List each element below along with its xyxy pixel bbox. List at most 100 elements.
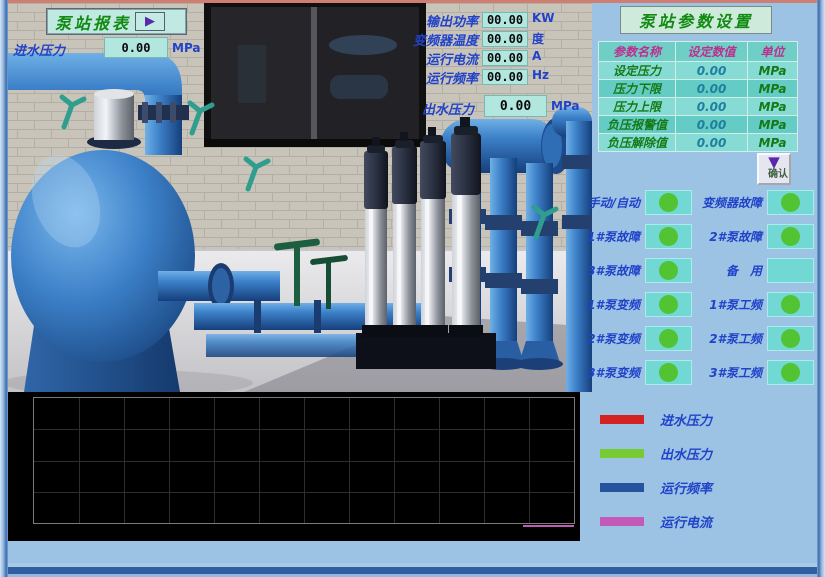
lamp-dot-icon (659, 193, 678, 212)
frame-bottom (8, 563, 817, 577)
param-value-input[interactable]: 0.00 (676, 134, 748, 152)
status-label-manual-auto: 手动/自动 (576, 190, 642, 215)
status-label-pump3-fault: 3#泵故障 (576, 258, 642, 283)
status-lamp-pump2-mains (767, 326, 814, 351)
settings-header-value: 设定数值 (676, 42, 748, 62)
legend-label: 运行频率 (660, 478, 712, 497)
status-label-pump2-mains: 2#泵工频 (695, 326, 764, 351)
param-name: 压力上限 (599, 98, 676, 116)
report-button[interactable]: 泵站报表 ▶ (46, 8, 187, 35)
output-power-unit: KW (532, 11, 555, 25)
outlet-pressure-label: 出水压力 (422, 99, 474, 118)
status-lamp-pump2-vfd (645, 326, 692, 351)
legend-label: 运行电流 (660, 512, 712, 531)
lamp-dot-icon (659, 329, 678, 348)
legend-label: 出水压力 (660, 444, 712, 463)
status-lamp-manual-auto (645, 190, 692, 215)
status-label-pump3-mains: 3#泵工频 (695, 360, 764, 385)
hmi-screen: 泵站报表 ▶ 进水压力 0.00 MPa 输出功率 00.00 KW 变频器温度… (0, 0, 825, 577)
param-name: 压力下限 (599, 80, 676, 98)
lamp-dot-icon (659, 363, 678, 382)
inlet-pressure-value: 0.00 (104, 37, 168, 58)
param-unit: MPa (748, 80, 798, 98)
lamp-dot-icon (781, 329, 800, 348)
param-name: 负压报警值 (599, 116, 676, 134)
status-lamp-pump3-mains (767, 360, 814, 385)
lamp-dot-icon (781, 227, 800, 246)
settings-panel-title: 泵站参数设置 (620, 6, 772, 34)
status-lamp-pump1-fault (645, 224, 692, 249)
inverter-temp-unit: 度 (532, 30, 544, 47)
lamp-dot-icon (781, 295, 800, 314)
lamp-dot-icon (659, 295, 678, 314)
confirm-button[interactable]: ▼ 确认 (757, 153, 791, 185)
running-frequency-label: 运行频率 (330, 68, 478, 87)
param-value-input[interactable]: 0.00 (676, 98, 748, 116)
settings-header-name: 参数名称 (599, 42, 676, 62)
legend-swatch-inlet-pressure (600, 415, 644, 424)
outlet-pressure-unit: MPa (551, 99, 580, 113)
legend-label: 进水压力 (660, 410, 712, 429)
status-label-pump1-mains: 1#泵工频 (695, 292, 764, 317)
status-label-pump1-vfd: 1#泵变频 (576, 292, 642, 317)
current-trace (523, 525, 574, 527)
trend-plot (33, 397, 575, 524)
legend-item: 运行电流 (600, 514, 712, 528)
param-unit: MPa (748, 98, 798, 116)
lamp-dot-icon (659, 261, 678, 280)
param-unit: MPa (748, 116, 798, 134)
frame-right (817, 0, 825, 577)
status-label-inverter-fault: 变频器故障 (695, 190, 764, 215)
legend-item: 出水压力 (600, 446, 712, 460)
trend-chart (8, 392, 580, 541)
tank-air-fitting (87, 89, 141, 149)
running-current-value: 00.00 (482, 50, 528, 66)
param-value-input[interactable]: 0.00 (676, 80, 748, 98)
pump-units (356, 117, 496, 369)
play-arrow-icon[interactable]: ▶ (135, 12, 165, 31)
inverter-temp-value: 00.00 (482, 31, 528, 47)
running-current-unit: A (532, 49, 541, 63)
legend-item: 运行频率 (600, 480, 712, 494)
param-name: 负压解除值 (599, 134, 676, 152)
lamp-dot-icon (781, 193, 800, 212)
status-lamp-spare (767, 258, 814, 283)
lamp-dot-icon (659, 227, 678, 246)
settings-table: 参数名称 设定数值 单位 设定压力 0.00 MPa 压力下限 0.00 MPa… (598, 41, 798, 152)
status-label-pump2-vfd: 2#泵变频 (576, 326, 642, 351)
legend-swatch-outlet-pressure (600, 449, 644, 458)
status-label-pump3-vfd: 3#泵变频 (576, 360, 642, 385)
confirm-down-triangle-icon: ▼ (768, 155, 780, 169)
status-lamp-pump3-vfd (645, 360, 692, 385)
output-power-label: 输出功率 (330, 11, 478, 30)
status-label-pump1-fault: 1#泵故障 (576, 224, 642, 249)
param-value-input[interactable]: 0.00 (676, 116, 748, 134)
param-unit: MPa (748, 62, 798, 80)
trend-legend: 进水压力 出水压力 运行频率 运行电流 (600, 412, 712, 548)
status-lamp-pump3-fault (645, 258, 692, 283)
status-lamp-pump1-mains (767, 292, 814, 317)
legend-item: 进水压力 (600, 412, 712, 426)
running-frequency-unit: Hz (532, 68, 549, 82)
frame-top (8, 0, 817, 3)
running-current-label: 运行电流 (330, 49, 478, 68)
inverter-temp-label: 变频器温度 (330, 30, 478, 49)
inlet-pressure-unit: MPa (172, 41, 201, 55)
frame-left (0, 0, 8, 577)
status-lamp-inverter-fault (767, 190, 814, 215)
legend-swatch-running-current (600, 517, 644, 526)
param-unit: MPa (748, 134, 798, 152)
status-label-spare: 备 用 (695, 258, 764, 283)
param-name: 设定压力 (599, 62, 676, 80)
settings-header-unit: 单位 (748, 42, 798, 62)
report-button-label: 泵站报表 (55, 10, 131, 34)
param-value-input[interactable]: 0.00 (676, 62, 748, 80)
lamp-dot-icon (781, 363, 800, 382)
status-lamp-pump1-vfd (645, 292, 692, 317)
outlet-pressure-value: 0.00 (484, 95, 547, 117)
status-indicator-grid: 手动/自动 变频器故障 1#泵故障 2#泵故障 3#泵故障 备 用 1#泵变频 … (576, 190, 814, 385)
legend-swatch-running-frequency (600, 483, 644, 492)
confirm-button-label: 确认 (768, 169, 788, 180)
status-label-pump2-fault: 2#泵故障 (695, 224, 764, 249)
status-lamp-pump2-fault (767, 224, 814, 249)
